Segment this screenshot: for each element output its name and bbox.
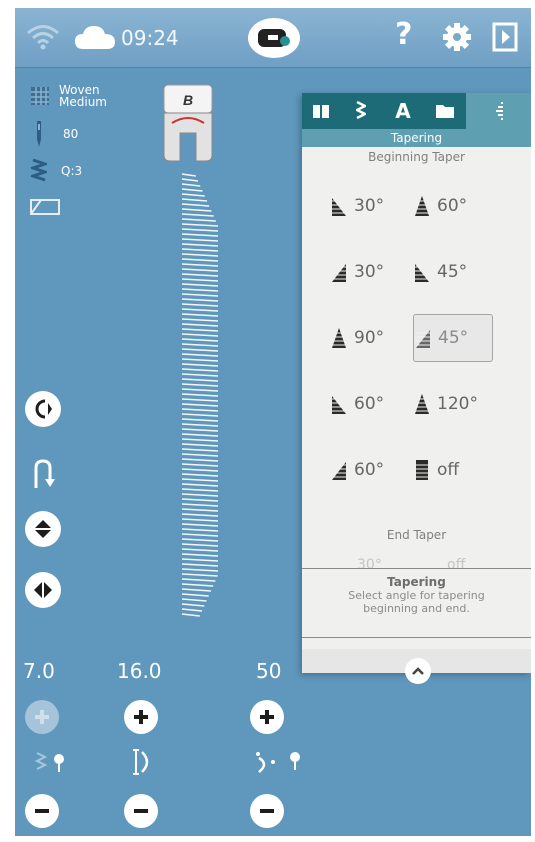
taper-shape-icon xyxy=(331,328,347,348)
taper-shape-icon xyxy=(414,460,430,480)
presser-foot-letter: B xyxy=(183,92,193,108)
needle-icon xyxy=(37,121,41,147)
taper-option-label: 30° xyxy=(354,262,385,282)
tab-folder[interactable] xyxy=(424,93,466,129)
gear-icon[interactable] xyxy=(440,20,474,54)
taper-option-label: off xyxy=(437,460,460,480)
stitch-zigzag-icon xyxy=(31,158,47,182)
beginning-taper-label: Beginning Taper xyxy=(368,150,465,164)
taper-option-label: 60° xyxy=(437,196,468,216)
tooltip-text-2: beginning and end. xyxy=(363,602,470,615)
mirror-horizontal-button[interactable] xyxy=(25,572,61,608)
book-icon xyxy=(313,105,329,118)
folder-icon xyxy=(436,105,454,118)
tab-tapering[interactable] xyxy=(466,93,531,129)
taper-option[interactable]: 60° xyxy=(330,446,410,494)
tapering-icon xyxy=(495,102,503,120)
plus-icon xyxy=(260,710,274,724)
tension-icon xyxy=(256,752,300,773)
chevron-up-icon xyxy=(412,667,424,675)
mirror-horizontal-icon xyxy=(34,582,52,598)
taper-option[interactable]: off xyxy=(413,446,493,494)
panel-title: Tapering xyxy=(302,129,531,147)
stitch-width-value: 7.0 xyxy=(23,659,55,683)
stitch-width-icon xyxy=(35,752,64,772)
stitch-length-icon xyxy=(133,749,149,775)
clock-time: 09:24 xyxy=(121,26,179,50)
taper-option-label: 45° xyxy=(437,262,468,282)
taper-shape-icon xyxy=(414,196,430,216)
fabric-info[interactable]: Woven Medium xyxy=(29,84,107,108)
taper-shape-icon xyxy=(331,396,347,414)
minus-icon xyxy=(260,809,274,813)
minus-icon xyxy=(134,809,148,813)
taper-option-label: 60° xyxy=(354,394,385,414)
taper-shape-icon xyxy=(415,330,431,348)
status-bar: 09:24 ? xyxy=(15,8,531,68)
tab-stitches[interactable] xyxy=(340,93,382,129)
stitch-width-plus-button[interactable] xyxy=(25,700,59,734)
restart-icon xyxy=(35,399,52,419)
tooltip-title: Tapering xyxy=(387,575,446,589)
taper-shape-icon xyxy=(414,394,430,414)
taper-option-label: 60° xyxy=(354,460,385,480)
end-taper-label: End Taper xyxy=(386,528,447,542)
stitch-width-minus-button[interactable] xyxy=(25,794,59,828)
fabric-icon xyxy=(31,87,49,105)
tab-font[interactable]: A xyxy=(382,93,424,129)
cloud-icon[interactable] xyxy=(73,23,117,51)
stabilizer-info[interactable]: Q:3 xyxy=(31,158,82,184)
taper-option-label: 30° xyxy=(354,196,385,216)
tension-plus-button[interactable] xyxy=(250,700,284,734)
taper-option-label: 90° xyxy=(354,328,385,348)
restart-button[interactable] xyxy=(25,391,61,427)
presser-foot-b-graphic: B xyxy=(163,84,213,162)
stitch-icon xyxy=(356,101,366,120)
taper-shape-icon xyxy=(331,198,347,216)
taper-option[interactable]: 45° xyxy=(413,248,493,296)
stitch-preview xyxy=(181,173,219,617)
taper-option[interactable]: 90° xyxy=(330,314,410,362)
exit-icon[interactable] xyxy=(488,20,522,54)
taper-shape-icon xyxy=(414,264,430,282)
needle-size: 80 xyxy=(63,127,79,141)
stabilizer-value: Q:3 xyxy=(61,164,83,178)
tab-book[interactable] xyxy=(302,93,340,129)
taper-option-label: 45° xyxy=(438,328,469,348)
stitch-length-value: 16.0 xyxy=(117,659,162,683)
stitch-length-plus-button[interactable] xyxy=(124,700,158,734)
tooltip-text-1: Select angle for tapering xyxy=(348,589,485,602)
taper-option[interactable]: 60° xyxy=(413,182,493,230)
taper-option[interactable]: 60° xyxy=(330,380,410,428)
taper-option[interactable]: 45° xyxy=(413,314,493,362)
collapse-button[interactable] xyxy=(405,658,431,684)
tension-value: 50 xyxy=(256,659,282,683)
fabric-weight: Medium xyxy=(59,95,107,109)
help-icon[interactable]: ? xyxy=(395,17,412,52)
needle-info[interactable]: 80 xyxy=(33,121,78,147)
mirror-vertical-button[interactable] xyxy=(25,511,61,547)
taper-option-label: 120° xyxy=(437,394,478,414)
sewing-screen: 09:24 ? Woven Medium 80 Q:3 B A Tapering… xyxy=(15,8,531,836)
taper-shape-icon xyxy=(331,462,347,480)
tapering-panel: A Tapering Beginning Taper 30° 60° 30° 45° 9… xyxy=(302,93,531,684)
mirror-vertical-icon xyxy=(35,520,51,538)
tooltip: Tapering Select angle for tapering begin… xyxy=(302,568,531,638)
plus-icon xyxy=(35,710,49,724)
taper-option[interactable]: 30° xyxy=(330,182,410,230)
presser-foot-icon[interactable] xyxy=(29,196,61,218)
taper-option[interactable]: 120° xyxy=(413,380,493,428)
stitch-length-minus-button[interactable] xyxy=(124,794,158,828)
wifi-icon[interactable] xyxy=(25,22,61,50)
minus-icon xyxy=(35,809,49,813)
tension-minus-button[interactable] xyxy=(250,794,284,828)
taper-shape-icon xyxy=(331,264,347,282)
taper-option[interactable]: 30° xyxy=(330,248,410,296)
reverse-u-icon[interactable] xyxy=(31,458,55,490)
panel-tabs: A xyxy=(302,93,531,129)
machine-icon[interactable] xyxy=(248,18,300,58)
plus-icon xyxy=(134,710,148,724)
